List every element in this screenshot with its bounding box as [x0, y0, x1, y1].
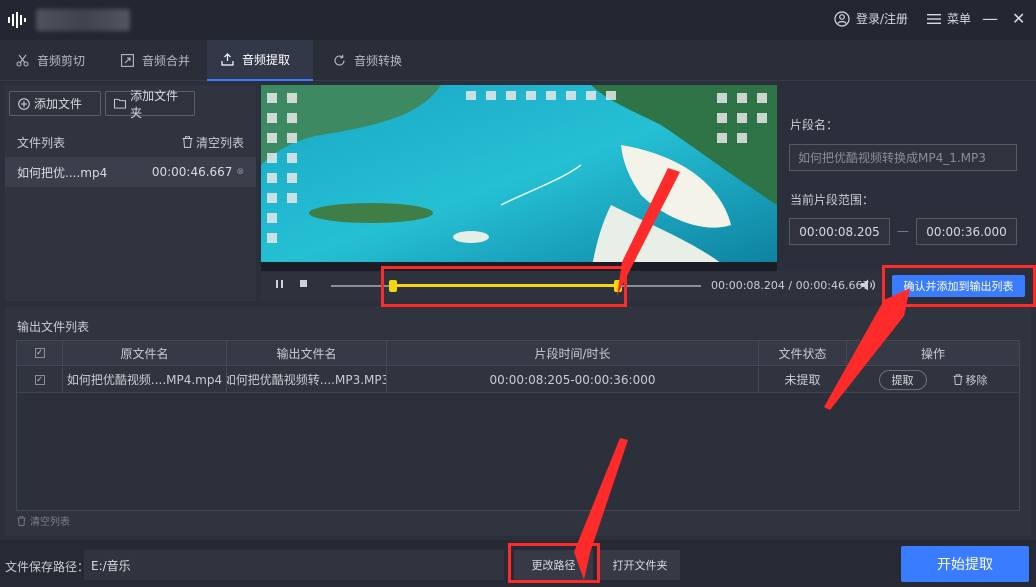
tab-audio-convert[interactable]: 音频转换: [319, 40, 416, 81]
volume-icon: [861, 279, 875, 291]
tab-audio-extract[interactable]: 音频提取: [207, 40, 313, 81]
add-file-label: 添加文件: [34, 97, 83, 111]
video-frame-image: [261, 85, 777, 271]
file-name: 如何把优....mp4: [17, 165, 108, 180]
save-path-label: 文件保存路径：: [5, 560, 90, 574]
row-checkbox[interactable]: ✓: [34, 374, 45, 385]
clear-output-button[interactable]: 清空列表: [17, 513, 70, 528]
file-status-cell: 未提取: [759, 367, 847, 392]
upload-icon: [221, 53, 234, 66]
merge-icon: [121, 54, 134, 67]
source-file-cell: 如何把优酷视频....MP4.mp4: [63, 367, 227, 392]
menu-button[interactable]: 菜单: [927, 10, 971, 27]
start-extract-button[interactable]: 开始提取: [901, 546, 1029, 582]
row-checkbox-cell[interactable]: ✓: [17, 367, 63, 392]
actions-cell: 提取 移除: [847, 367, 1019, 392]
segment-name-input[interactable]: 如何把优酷视频转换成MP4_1.MP3: [789, 144, 1017, 171]
output-file-cell: 如何把优酷视频转....MP3.MP3: [227, 367, 387, 392]
column-header: 原文件名: [63, 341, 227, 365]
open-folder-button[interactable]: 打开文件夹: [600, 550, 680, 580]
remove-label: 移除: [965, 373, 988, 387]
scissors-icon: [16, 54, 29, 67]
add-folder-label: 添加文件夹: [130, 88, 179, 120]
blurred-app-title: [36, 9, 130, 31]
user-icon: [834, 10, 850, 27]
add-folder-button[interactable]: 添加文件夹: [105, 89, 195, 120]
segment-name-label: 片段名：: [790, 118, 839, 132]
volume-button[interactable]: [860, 278, 876, 295]
column-header: 输出文件名: [227, 341, 387, 365]
clear-list-label: 清空列表: [195, 135, 244, 150]
tab-label: 音频剪切: [37, 54, 86, 68]
refresh-icon: [334, 54, 345, 66]
tab-audio-cut[interactable]: 音频剪切: [2, 40, 99, 81]
login-label: 登录/注册: [856, 12, 909, 26]
folder-icon: [114, 98, 127, 109]
file-list-panel: 添加文件 添加文件夹 文件列表 清空列表 如何把优....mp4 00:00:4…: [5, 85, 256, 301]
trash-icon: [182, 136, 193, 148]
segment-time-cell: 00:00:08:205-00:00:36:000: [387, 367, 759, 392]
trash-icon: [952, 374, 963, 385]
hamburger-icon: [927, 13, 941, 24]
file-list-title: 文件列表: [17, 135, 66, 150]
tab-bar: 音频剪切 音频合并 音频提取 音频转换: [0, 40, 1036, 81]
save-path-input[interactable]: E:/音乐: [84, 550, 504, 580]
timeline-highlight-box: [381, 266, 627, 307]
table-row[interactable]: ✓ 如何把优酷视频....MP4.mp4 如何把优酷视频转....MP3.MP3…: [17, 367, 1019, 393]
login-button[interactable]: 登录/注册: [834, 10, 908, 27]
header-checkbox-cell[interactable]: ✓: [17, 341, 63, 365]
video-preview[interactable]: [261, 85, 777, 271]
pause-button[interactable]: [275, 279, 284, 292]
plus-circle-icon: [18, 97, 30, 110]
time-separator: /: [784, 279, 796, 292]
column-header: 文件状态: [759, 341, 847, 365]
output-table-header: ✓ 原文件名 输出文件名 片段时间/时长 文件状态 操作: [17, 341, 1019, 366]
file-duration: 00:00:46.667: [151, 165, 233, 179]
minimize-button[interactable]: —: [982, 10, 998, 28]
clear-output-label: 清空列表: [30, 517, 70, 528]
close-button[interactable]: ✕: [1012, 10, 1025, 28]
tab-label: 音频提取: [242, 53, 291, 67]
file-list-header: 文件列表 清空列表: [5, 129, 256, 155]
remove-file-icon[interactable]: ⊗: [236, 167, 244, 177]
output-file-section: 输出文件列表 ✓ 原文件名 输出文件名 片段时间/时长 文件状态 操作 ✓ 如何…: [5, 306, 1031, 536]
playback-time: 00:00:08.204 / 00:00:46.667: [711, 279, 870, 292]
title-bar: 登录/注册 菜单 — ✕: [0, 0, 1036, 40]
range-end-input[interactable]: 00:00:36.000: [916, 218, 1017, 245]
total-time: 00:00:46.667: [795, 279, 870, 292]
pause-icon: [276, 280, 283, 288]
remove-button[interactable]: 移除: [952, 372, 988, 388]
range-start-input[interactable]: 00:00:08.205: [789, 218, 890, 245]
tab-label: 音频合并: [142, 54, 191, 68]
menu-label: 菜单: [947, 12, 972, 26]
current-time: 00:00:08.204: [711, 279, 785, 292]
change-path-highlight-box: [508, 543, 600, 583]
clear-list-button[interactable]: 清空列表: [182, 134, 244, 151]
extract-button[interactable]: 提取: [878, 369, 927, 390]
add-file-button[interactable]: 添加文件: [9, 91, 101, 116]
app-logo-icon: [8, 12, 26, 28]
confirm-highlight-box: [882, 265, 1036, 307]
column-header: 片段时间/时长: [387, 341, 759, 365]
stop-icon: [300, 280, 307, 287]
select-all-checkbox[interactable]: ✓: [34, 348, 45, 358]
output-list-title: 输出文件列表: [17, 320, 90, 334]
tab-audio-merge[interactable]: 音频合并: [107, 40, 204, 81]
stop-button[interactable]: [299, 279, 308, 292]
output-table: ✓ 原文件名 输出文件名 片段时间/时长 文件状态 操作 ✓ 如何把优酷视频..…: [16, 340, 1020, 511]
tab-label: 音频转换: [354, 54, 403, 68]
trash-icon: [17, 515, 26, 526]
segment-range-label: 当前片段范围：: [790, 193, 875, 207]
file-list-item[interactable]: 如何把优....mp4 00:00:46.667 ⊗: [5, 157, 256, 187]
column-header: 操作: [920, 346, 945, 361]
range-dash: —: [897, 224, 909, 238]
